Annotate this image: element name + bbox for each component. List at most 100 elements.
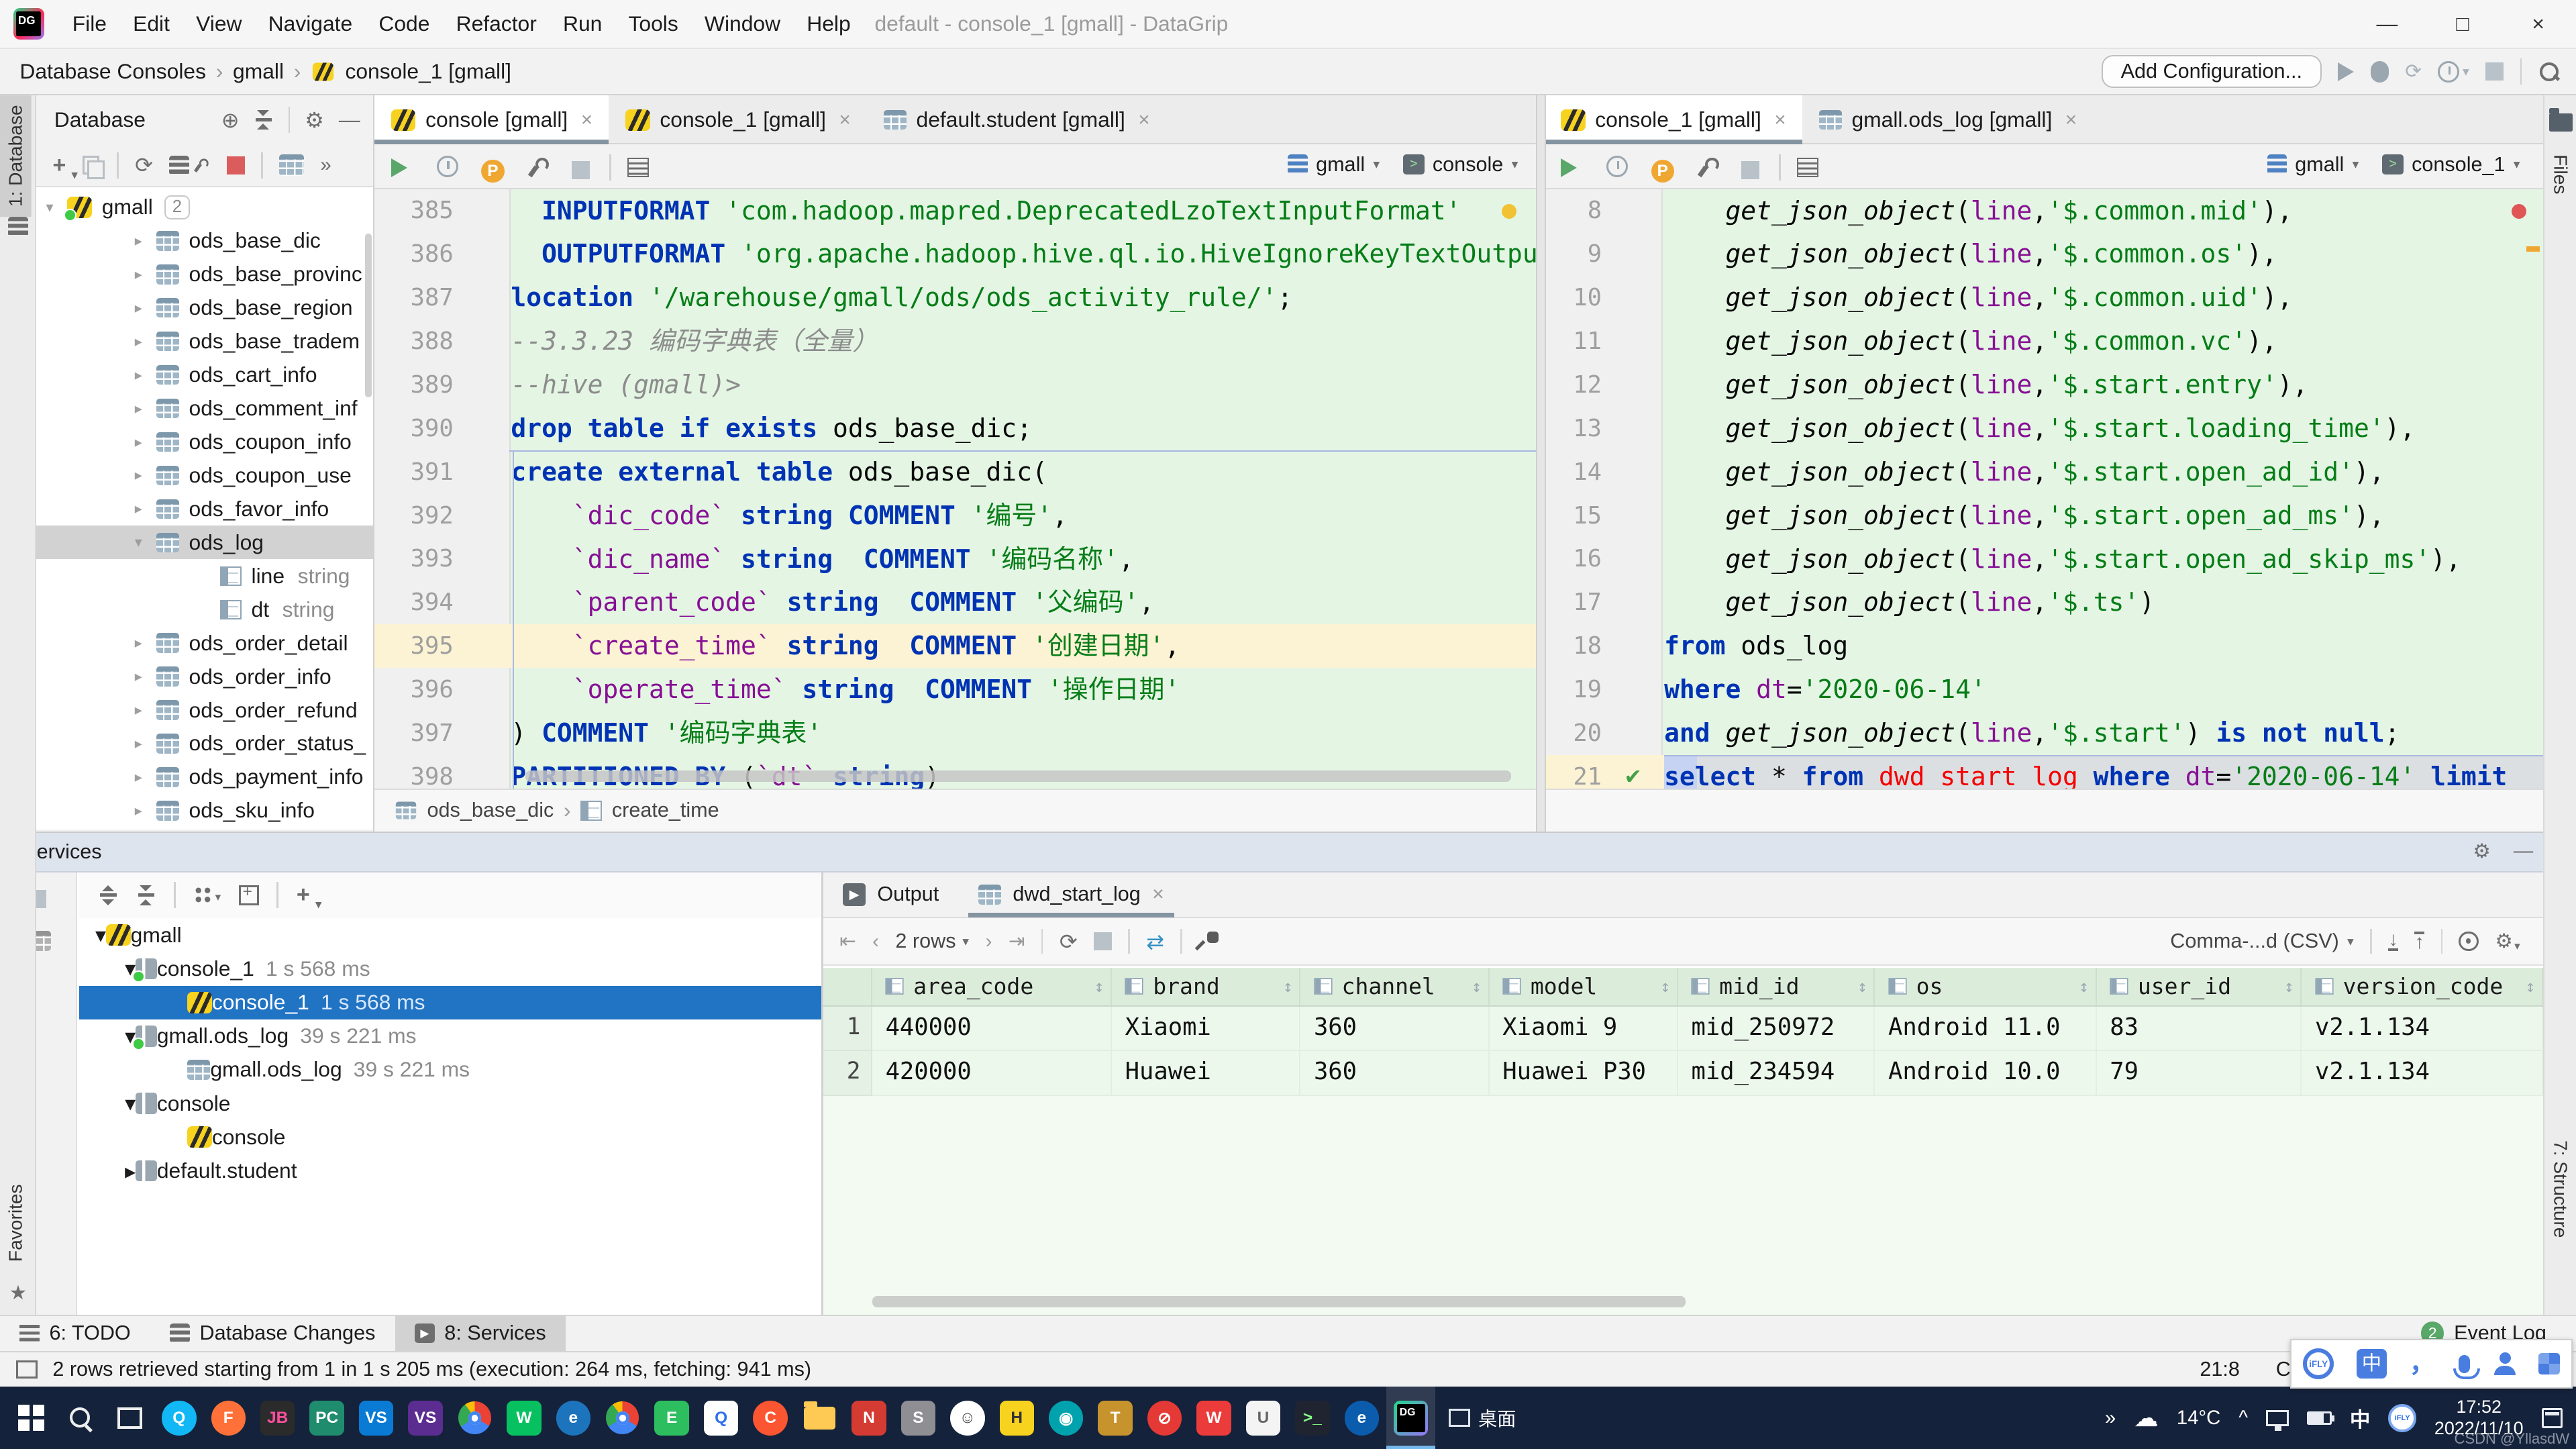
tab-gmall-ods_log-gmall-[interactable]: gmall.ods_log [gmall]×	[1802, 95, 2093, 144]
sidebar-tab-structure[interactable]: 7: Structure	[2544, 1130, 2576, 1248]
output-layout-icon[interactable]	[627, 158, 649, 177]
ifly-tray-icon[interactable]: iFLY	[2388, 1404, 2416, 1432]
close-icon[interactable]: ×	[2065, 109, 2077, 132]
page-size-dropdown[interactable]: 2 rows▾	[895, 930, 969, 953]
code-line-9[interactable]: 9 get_json_object(line,'$.common.os'),	[1546, 232, 2543, 276]
output-layout-icon[interactable]	[1797, 158, 1818, 177]
microphone-icon[interactable]	[2459, 1355, 2470, 1373]
settings-wrench-icon[interactable]	[527, 158, 547, 177]
output-tab-dwd_start_log[interactable]: dwd_start_log×	[959, 872, 1184, 918]
maximize-button[interactable]: □	[2425, 0, 2501, 48]
pin-tab-icon[interactable]	[1198, 932, 1218, 951]
close-icon[interactable]: ×	[1152, 883, 1164, 906]
tab-console_1-gmall-[interactable]: console_1 [gmall]×	[1544, 95, 1802, 144]
chevron-collapsed-icon[interactable]: ▸	[135, 400, 156, 417]
collapse-all-icon[interactable]	[136, 885, 156, 905]
taskbar-app-qq[interactable]: Q	[154, 1387, 203, 1449]
tree-item-ods_base_provinc[interactable]: ▸ods_base_provinc	[36, 258, 373, 291]
stop-icon[interactable]	[2485, 62, 2504, 81]
session-switcher-left[interactable]: >console▾	[1403, 153, 1518, 177]
tab-console_1-gmall-[interactable]: console_1 [gmall]×	[609, 95, 867, 144]
temperature[interactable]: 14°C	[2177, 1407, 2221, 1430]
cell-version_code[interactable]: v2.1.134	[2302, 1007, 2543, 1051]
hide-panel-icon[interactable]: —	[339, 107, 360, 132]
toolwindow-button-database-changes[interactable]: Database Changes	[150, 1315, 395, 1352]
taskbar-app-gray-app[interactable]: S	[894, 1387, 943, 1449]
settings-wrench-icon[interactable]	[1697, 158, 1716, 177]
tree-item-ods_base_region[interactable]: ▸ods_base_region	[36, 291, 373, 325]
code-line-13[interactable]: 13 get_json_object(line,'$.start.loading…	[1546, 407, 2543, 450]
taskbar-app-wechat[interactable]: W	[499, 1387, 548, 1449]
battery-icon[interactable]	[2307, 1411, 2332, 1425]
tree-item-ods_base_tradem[interactable]: ▸ods_base_tradem	[36, 325, 373, 358]
taskbar-app-teal-app[interactable]: ◉	[1041, 1387, 1090, 1449]
sort-icon[interactable]: ↕	[1094, 977, 1104, 996]
code-line-11[interactable]: 11 get_json_object(line,'$.common.vc'),	[1546, 319, 2543, 363]
execute-icon[interactable]	[391, 158, 407, 177]
code-line-15[interactable]: 15 get_json_object(line,'$.start.open_ad…	[1546, 494, 2543, 538]
files-icon[interactable]	[2549, 113, 2572, 132]
column-header-version_code[interactable]: version_code↕	[2302, 968, 2543, 1006]
add-configuration-button[interactable]: Add Configuration...	[2102, 55, 2322, 88]
code-line-16[interactable]: 16 get_json_object(line,'$.start.open_ad…	[1546, 538, 2543, 581]
compare-icon[interactable]: ⇄	[1146, 929, 1164, 954]
add-service-icon[interactable]: +	[297, 882, 310, 908]
code-line-14[interactable]: 14 get_json_object(line,'$.start.open_ad…	[1546, 450, 2543, 494]
toolwindow-button-8-services[interactable]: ▶8: Services	[395, 1315, 566, 1352]
cell-area_code[interactable]: 420000	[872, 1051, 1112, 1095]
sort-icon[interactable]: ↕	[2525, 977, 2535, 996]
service-item-console[interactable]: ▾console	[79, 1087, 822, 1120]
search-everywhere-icon[interactable]	[2538, 61, 2560, 83]
taskbar-app-visual-studio[interactable]: VS	[401, 1387, 450, 1449]
taskbar-app-everything-search[interactable]: Q	[697, 1387, 745, 1449]
toolwindow-button-6-todo[interactable]: 6: TODO	[0, 1315, 150, 1352]
stop-icon[interactable]	[1094, 932, 1112, 950]
debug-icon[interactable]	[2371, 61, 2389, 83]
taskbar-app-wps[interactable]: W	[1189, 1387, 1238, 1449]
close-button[interactable]: ×	[2500, 0, 2576, 48]
taskbar-app-netease[interactable]: N	[844, 1387, 893, 1449]
taskbar-app-terminal[interactable]: >_	[1288, 1387, 1337, 1449]
menu-edit[interactable]: Edit	[120, 0, 183, 48]
tree-item-gmall[interactable]: ▾gmall2	[36, 191, 373, 224]
code-line-390[interactable]: 390drop table if exists ods_base_dic;	[374, 407, 1536, 450]
duplicate-icon[interactable]	[83, 156, 101, 175]
code-line-19[interactable]: 19where dt='2020-06-14'	[1546, 668, 2543, 711]
column-header-mid_id[interactable]: mid_id↕	[1678, 968, 1875, 1006]
tab-default-student-gmall-[interactable]: default.student [gmall]×	[867, 95, 1166, 144]
taskbar-app-pycharm[interactable]: PC	[302, 1387, 351, 1449]
code-line-386[interactable]: 386 OUTPUTFORMAT 'org.apache.hadoop.hive…	[374, 232, 1536, 276]
taskbar-app-green-app[interactable]: E	[647, 1387, 696, 1449]
taskbar-desktop-button[interactable]: 桌面	[1435, 1387, 1529, 1449]
cell-model[interactable]: Xiaomi 9	[1490, 1007, 1678, 1051]
code-line-387[interactable]: 387location '/warehouse/gmall/ods/ods_ac…	[374, 276, 1536, 319]
code-line-17[interactable]: 17 get_json_object(line,'$.ts')	[1546, 581, 2543, 624]
chevron-expanded-icon[interactable]: ▾	[135, 534, 156, 551]
ifly-logo-icon[interactable]: iFLY	[2303, 1348, 2334, 1380]
menu-navigate[interactable]: Navigate	[255, 0, 366, 48]
ime-language-icon[interactable]: 中	[2357, 1349, 2386, 1379]
taskbar-app-blocked-app[interactable]: ⊘	[1140, 1387, 1189, 1449]
service-item-console_1[interactable]: ▾console_11 s 568 ms	[79, 952, 822, 985]
cell-mid_id[interactable]: mid_234594	[1678, 1051, 1875, 1095]
schema-switcher-right[interactable]: gmall▾	[2267, 153, 2359, 177]
taskbar-app-chrome[interactable]	[450, 1387, 499, 1449]
menu-tools[interactable]: Tools	[615, 0, 691, 48]
ime-account-icon[interactable]	[2493, 1352, 2516, 1375]
chevron-collapsed-icon[interactable]: ▸	[135, 466, 156, 484]
cell-model[interactable]: Huawei P30	[1490, 1051, 1678, 1095]
chevron-collapsed-icon[interactable]: ▸	[135, 768, 156, 786]
service-item-default.student[interactable]: ▸default.student	[79, 1154, 822, 1187]
cell-mid_id[interactable]: mid_250972	[1678, 1007, 1875, 1051]
code-line-393[interactable]: 393 `dic_name` string COMMENT '编码名称',	[374, 538, 1536, 581]
error-stripe-mark[interactable]	[2526, 246, 2540, 251]
menu-run[interactable]: Run	[550, 0, 615, 48]
breadcrumb-item[interactable]: Database Consoles	[19, 59, 206, 84]
tree-item-ods_base_dic[interactable]: ▸ods_base_dic	[36, 224, 373, 258]
chevron-collapsed-icon[interactable]: ▸	[135, 634, 156, 652]
sort-icon[interactable]: ↕	[2079, 977, 2089, 996]
code-line-10[interactable]: 10 get_json_object(line,'$.common.uid'),	[1546, 276, 2543, 319]
code-line-395[interactable]: 395 `create_time` string COMMENT '创建日期',	[374, 624, 1536, 668]
chevron-collapsed-icon[interactable]: ▸	[135, 434, 156, 451]
left-editor[interactable]: 385 INPUTFORMAT 'com.hadoop.mapred.Depre…	[374, 189, 1536, 789]
